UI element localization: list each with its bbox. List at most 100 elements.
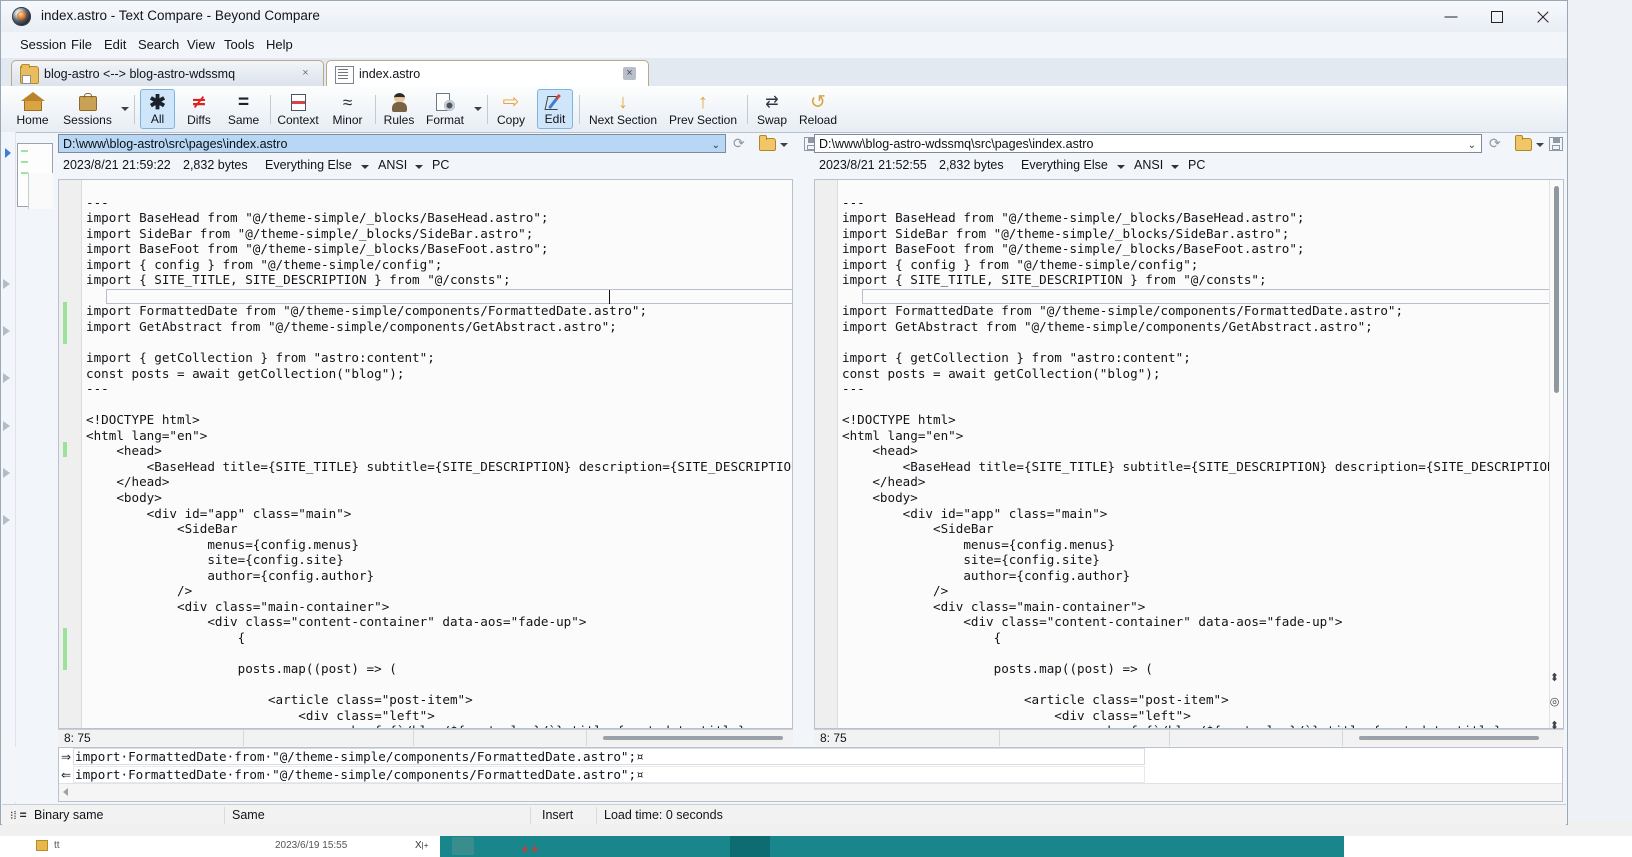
- collapse-arrow-icon[interactable]: [3, 326, 10, 336]
- toolbar-button-label: Format: [425, 113, 464, 127]
- menu-item-search[interactable]: Search: [132, 36, 185, 54]
- swap-icon: ⇄: [765, 94, 779, 111]
- chevron-down-icon[interactable]: ⌄: [712, 140, 720, 151]
- menu-item-view[interactable]: View: [181, 36, 221, 54]
- maximize-icon: [1491, 10, 1503, 23]
- goto-prev-diff-button[interactable]: ⬍: [1547, 671, 1562, 686]
- scrollbar-thumb[interactable]: [1554, 186, 1559, 393]
- chevron-down-icon[interactable]: [780, 143, 788, 147]
- collapse-arrow-icon[interactable]: [3, 373, 10, 383]
- left-path-input[interactable]: D:\www\blog-astro\src\pages\index.astro …: [58, 134, 726, 153]
- chevron-down-icon[interactable]: [121, 107, 129, 111]
- toolbar-button-label: Sessions: [63, 113, 112, 127]
- toolbar-format-button[interactable]: Format: [420, 89, 470, 129]
- chevron-down-icon[interactable]: [1117, 165, 1125, 169]
- minimize-icon: [1444, 16, 1458, 17]
- detail-horizontal-scrollbar[interactable]: [59, 783, 1562, 801]
- tab-close-icon[interactable]: ×: [623, 67, 636, 80]
- right-encoding[interactable]: ANSI: [1134, 158, 1163, 172]
- right-filesize: 2,832 bytes: [939, 158, 1004, 172]
- not-equal-icon: ≠: [191, 91, 207, 113]
- toolbar-next-section-button[interactable]: ↓ Next Section: [584, 89, 662, 129]
- toolbar-diffs-button[interactable]: ≠ Diffs: [178, 89, 220, 129]
- minimize-button[interactable]: [1428, 1, 1474, 32]
- chevron-down-icon[interactable]: ⌄: [1468, 140, 1476, 151]
- toolbar-context-button[interactable]: Context: [275, 89, 321, 129]
- app-logo-icon: [12, 7, 31, 26]
- left-refresh-button[interactable]: ⟳: [733, 135, 750, 152]
- toolbar-edit-button[interactable]: Edit: [537, 89, 573, 129]
- copy-arrow-icon: ⇨: [502, 91, 520, 113]
- toolbar-sessions-button[interactable]: Sessions: [58, 89, 117, 129]
- left-encoding[interactable]: ANSI: [378, 158, 407, 172]
- toolbar-button-label: Reload: [798, 113, 838, 127]
- line-endings-icon: ⁝⁞ =: [10, 808, 27, 822]
- menu-item-file[interactable]: File: [65, 36, 98, 54]
- left-browse-button[interactable]: [758, 135, 776, 152]
- chevron-down-icon[interactable]: [361, 165, 369, 169]
- detail-row-right[interactable]: ⇐ import·FormattedDate·from·"@/theme-sim…: [59, 766, 1562, 784]
- right-refresh-button[interactable]: ⟳: [1489, 135, 1506, 152]
- menu-item-session[interactable]: Session: [14, 36, 72, 54]
- overview-map-lower[interactable]: [28, 173, 53, 209]
- toolbar-rules-button[interactable]: Rules: [380, 89, 418, 129]
- toolbar-separator: [134, 95, 135, 124]
- right-code-text[interactable]: --- import BaseHead from "@/theme-simple…: [842, 195, 1563, 728]
- detail-gutter: [1, 747, 58, 802]
- collapse-arrow-icon[interactable]: [3, 468, 10, 478]
- load-time: Load time: 0 seconds: [604, 808, 723, 822]
- toolbar-reload-button[interactable]: ↺ Reload: [794, 89, 842, 129]
- left-horizontal-scrollbar[interactable]: [603, 736, 783, 740]
- tab-strip: blog-astro <--> blog-astro-wdssmq × inde…: [1, 58, 1567, 87]
- detail-row-left[interactable]: ⇒ import·FormattedDate·from·"@/theme-sim…: [59, 748, 1562, 766]
- toolbar-button-label: Edit: [544, 112, 566, 126]
- menu-item-tools[interactable]: Tools: [218, 36, 260, 54]
- left-filesize: 2,832 bytes: [183, 158, 248, 172]
- chevron-down-icon[interactable]: [1171, 165, 1179, 169]
- chevron-down-icon[interactable]: [1536, 143, 1544, 147]
- tab-close-icon[interactable]: ×: [299, 67, 312, 80]
- chevron-down-icon[interactable]: [474, 107, 482, 111]
- close-button[interactable]: [1520, 1, 1566, 32]
- right-horizontal-scrollbar[interactable]: [1359, 736, 1539, 740]
- collapse-arrow-icon[interactable]: [3, 421, 10, 431]
- toolbar-swap-button[interactable]: ⇄ Swap: [752, 89, 792, 129]
- collapse-arrow-icon[interactable]: [3, 515, 10, 525]
- right-code-area[interactable]: --- import BaseHead from "@/theme-simple…: [838, 180, 1563, 728]
- toolbar-same-button[interactable]: = Same: [222, 89, 265, 129]
- toolbar-minor-button[interactable]: ≈ Minor: [325, 89, 370, 129]
- left-ruleset[interactable]: Everything Else: [265, 158, 352, 172]
- divider: [413, 730, 414, 746]
- tab-session-compare[interactable]: blog-astro <--> blog-astro-wdssmq ×: [11, 60, 324, 87]
- menu-item-edit[interactable]: Edit: [98, 36, 132, 54]
- right-gutter: [815, 180, 838, 728]
- toolbar-all-button[interactable]: ✱ All: [140, 89, 175, 129]
- toolbar-prev-section-button[interactable]: ↑ Prev Section: [664, 89, 742, 129]
- right-ruleset[interactable]: Everything Else: [1021, 158, 1108, 172]
- menu-item-help[interactable]: Help: [260, 36, 299, 54]
- overview-diff-mark: [21, 161, 28, 163]
- folder-open-icon: [1515, 135, 1532, 151]
- edit-mode: Insert: [542, 808, 574, 822]
- copy-right-arrow-icon[interactable]: ⇒: [61, 750, 71, 764]
- right-code-pane[interactable]: --- import BaseHead from "@/theme-simple…: [814, 179, 1564, 729]
- scroll-left-arrow-icon[interactable]: [63, 788, 68, 796]
- chevron-down-icon[interactable]: [415, 165, 423, 169]
- left-code-area[interactable]: --- import BaseHead from "@/theme-simple…: [82, 180, 792, 728]
- right-path-input[interactable]: D:\www\blog-astro-wdssmq\src\pages\index…: [814, 134, 1482, 153]
- right-vertical-scrollbar[interactable]: [1549, 180, 1563, 728]
- maximize-button[interactable]: [1474, 1, 1520, 32]
- right-save-button[interactable]: [1547, 135, 1564, 152]
- left-code-pane[interactable]: --- import BaseHead from "@/theme-simple…: [58, 179, 793, 729]
- toolbar-home-button[interactable]: Home: [10, 89, 55, 129]
- tab-index-astro[interactable]: index.astro ×: [326, 60, 649, 87]
- goto-center-button[interactable]: ◎: [1547, 695, 1562, 710]
- approx-equal-icon: ≈: [342, 93, 353, 112]
- right-browse-button[interactable]: [1514, 135, 1532, 152]
- divider: [999, 730, 1000, 746]
- line-detail-view[interactable]: ⇒ import·FormattedDate·from·"@/theme-sim…: [58, 747, 1563, 802]
- left-code-text[interactable]: --- import BaseHead from "@/theme-simple…: [86, 195, 792, 728]
- collapse-arrow-icon[interactable]: [3, 279, 10, 289]
- toolbar-copy-button[interactable]: ⇨ Copy: [492, 89, 530, 129]
- copy-left-arrow-icon[interactable]: ⇐: [61, 768, 71, 782]
